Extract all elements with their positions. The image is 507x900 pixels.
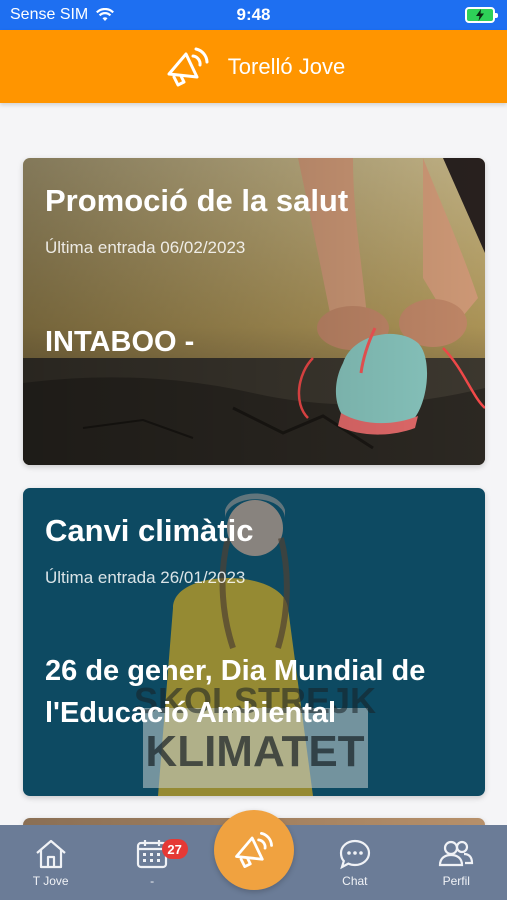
tab-calendar[interactable]: 27 - (102, 825, 203, 888)
battery-icon (465, 7, 498, 23)
card-latest-post: 26 de gener, Dia Mundial de l'Educació A… (45, 655, 426, 729)
card-content: Canvi climàtic Última entrada 26/01/2023… (23, 488, 485, 796)
megaphone-icon (235, 832, 273, 868)
tab-label: Chat (342, 874, 368, 888)
tab-chat[interactable]: Chat (304, 825, 405, 888)
card-last-entry: Última entrada 06/02/2023 (45, 238, 246, 257)
app-header: Torelló Jove (0, 30, 507, 103)
wifi-icon (96, 8, 115, 21)
home-icon (35, 839, 66, 869)
charging-bolt-icon (476, 9, 484, 21)
card-title: Promoció de la salut (45, 183, 349, 218)
notification-badge: 27 (161, 839, 188, 859)
card-latest-post: INTABOO - (45, 326, 195, 358)
carrier-label: Sense SIM (10, 6, 89, 23)
card-content: Promoció de la salut Última entrada 06/0… (23, 158, 485, 465)
users-icon (439, 840, 474, 867)
tab-profile[interactable]: Perfil (406, 825, 507, 888)
card-title: Canvi climàtic (45, 513, 254, 548)
tab-label: Perfil (442, 874, 470, 888)
category-card-health[interactable]: Promoció de la salut Última entrada 06/0… (23, 158, 485, 465)
center-megaphone-button[interactable] (214, 810, 294, 890)
status-left: Sense SIM (10, 6, 115, 24)
tab-label: T Jove (32, 874, 69, 888)
header-title: Torelló Jove (227, 53, 346, 79)
category-card-climate[interactable]: KLIMATET SKOLSTREJK Canvi climàtic Últim… (23, 488, 485, 796)
megaphone-icon (167, 47, 209, 86)
card-last-entry: Última entrada 26/01/2023 (45, 568, 246, 587)
tab-t-jove[interactable]: T Jove (0, 825, 101, 888)
status-bar: Sense SIM 9:48 (0, 0, 507, 30)
chat-icon (339, 839, 370, 870)
tab-label: - (150, 874, 155, 888)
